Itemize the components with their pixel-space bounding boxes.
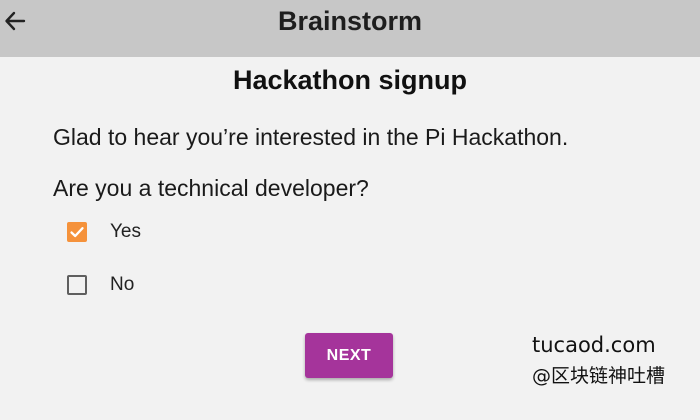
next-button[interactable]: NEXT <box>305 333 393 378</box>
checkmark-icon <box>70 227 84 238</box>
page-title: Hackathon signup <box>232 65 468 95</box>
watermark-site: tucaod.com <box>532 333 656 357</box>
option-no-label: No <box>110 274 135 295</box>
option-yes-label: Yes <box>110 221 141 242</box>
watermark-handle: @区块链神吐槽 <box>532 365 666 387</box>
question-text: Are you a technical developer? <box>53 175 369 201</box>
checkbox-yes[interactable] <box>67 222 87 242</box>
option-no[interactable]: No <box>67 272 134 298</box>
app-title: Brainstorm <box>277 6 423 36</box>
app-bar: Brainstorm <box>0 0 700 57</box>
intro-text: Glad to hear you’re interested in the Pi… <box>53 124 569 150</box>
checkbox-no[interactable] <box>67 275 87 295</box>
option-yes[interactable]: Yes <box>67 219 141 245</box>
